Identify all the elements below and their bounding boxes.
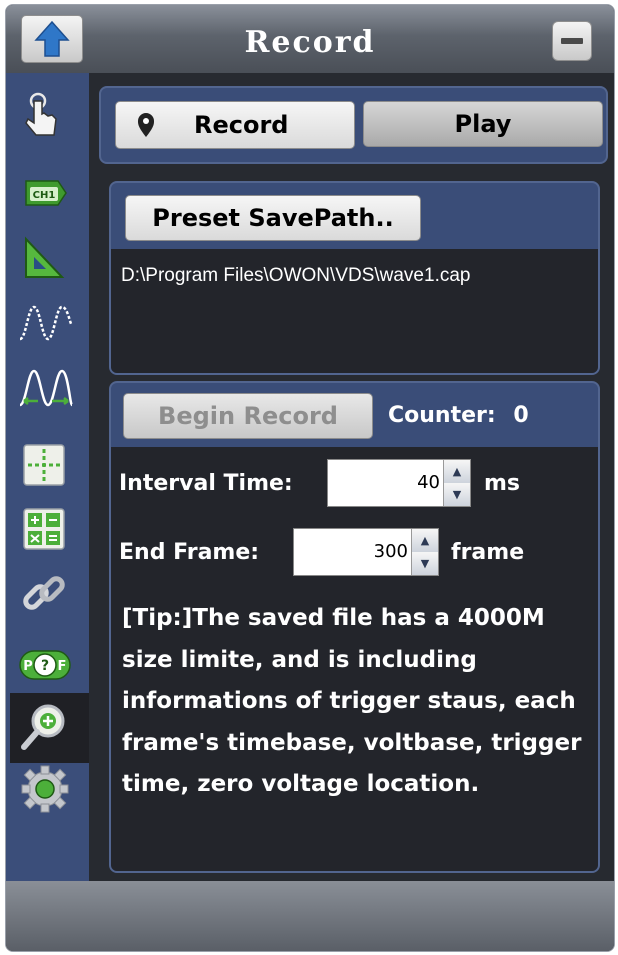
interval-unit: ms [484, 471, 521, 496]
save-path-text: D:\Program Files\OWON\VDS\wave1.cap [121, 265, 471, 286]
location-pin-icon [138, 113, 154, 137]
touch-icon[interactable] [16, 89, 74, 141]
minus-icon [561, 38, 583, 44]
record-tip-text: [Tip:]The saved file has a 4000M size li… [122, 605, 582, 797]
main-content: Record Play Preset SavePath.. D:\Program… [89, 73, 614, 881]
preset-savepath-button[interactable]: Preset SavePath.. [125, 195, 421, 241]
channel-ch1-icon[interactable]: CH1 [16, 163, 74, 215]
waveform-icon[interactable] [16, 295, 74, 347]
interval-time-label: Interval Time: [119, 471, 293, 496]
end-frame-stepper[interactable]: 300 ▲ ▼ [293, 528, 439, 576]
counter-value: 0 [513, 403, 529, 428]
end-frame-up-arrow-icon[interactable]: ▲ [412, 529, 438, 553]
tab-play-label: Play [454, 110, 512, 138]
ch1-label: CH1 [33, 190, 56, 201]
window-title: Record [244, 25, 376, 60]
interval-up-arrow-icon[interactable]: ▲ [444, 460, 470, 484]
begin-record-button[interactable]: Begin Record [123, 393, 373, 439]
interval-time-value: 40 [417, 472, 440, 493]
minimize-button[interactable] [552, 21, 592, 61]
settings-gear-icon[interactable] [16, 763, 74, 815]
pf-p-label: P [23, 659, 33, 674]
tab-play[interactable]: Play [363, 101, 603, 147]
math-icon[interactable] [16, 503, 74, 555]
pf-question-label: ? [41, 658, 49, 674]
end-frame-label: End Frame: [119, 540, 260, 565]
pf-f-label: F [58, 659, 67, 674]
bottom-bar [6, 881, 614, 951]
trigger-icon[interactable] [16, 231, 74, 283]
end-frame-down-arrow-icon[interactable]: ▼ [412, 552, 438, 575]
measure-waveform-icon[interactable] [16, 363, 74, 415]
begin-record-label: Begin Record [158, 402, 338, 430]
tab-record-label: Record [194, 111, 289, 139]
title-bar: Record [6, 5, 614, 73]
end-frame-unit: frame [451, 540, 525, 565]
record-zoom-icon[interactable] [16, 701, 74, 753]
save-path-display: D:\Program Files\OWON\VDS\wave1.cap [111, 249, 598, 373]
pass-fail-icon[interactable]: ? P F [16, 639, 74, 691]
save-path-panel: Preset SavePath.. D:\Program Files\OWON\… [109, 181, 600, 375]
cursor-icon[interactable] [16, 441, 74, 493]
end-frame-value: 300 [373, 541, 408, 562]
preset-savepath-label: Preset SavePath.. [152, 204, 394, 232]
tab-record[interactable]: Record [115, 101, 355, 149]
counter-label-text: Counter: [388, 403, 496, 428]
sidebar: CH1 ? P F [6, 73, 89, 881]
interval-down-arrow-icon[interactable]: ▼ [444, 483, 470, 506]
counter-label: Counter: 0 [388, 403, 529, 428]
link-icon[interactable] [16, 569, 74, 621]
interval-time-stepper[interactable]: 40 ▲ ▼ [327, 459, 471, 507]
mode-tabs-panel: Record Play [99, 86, 608, 164]
end-frame-spin-buttons: ▲ ▼ [411, 529, 438, 575]
interval-spin-buttons: ▲ ▼ [443, 460, 470, 506]
record-window: Record CH1 ? P F Record Play Preset Save… [5, 4, 615, 952]
